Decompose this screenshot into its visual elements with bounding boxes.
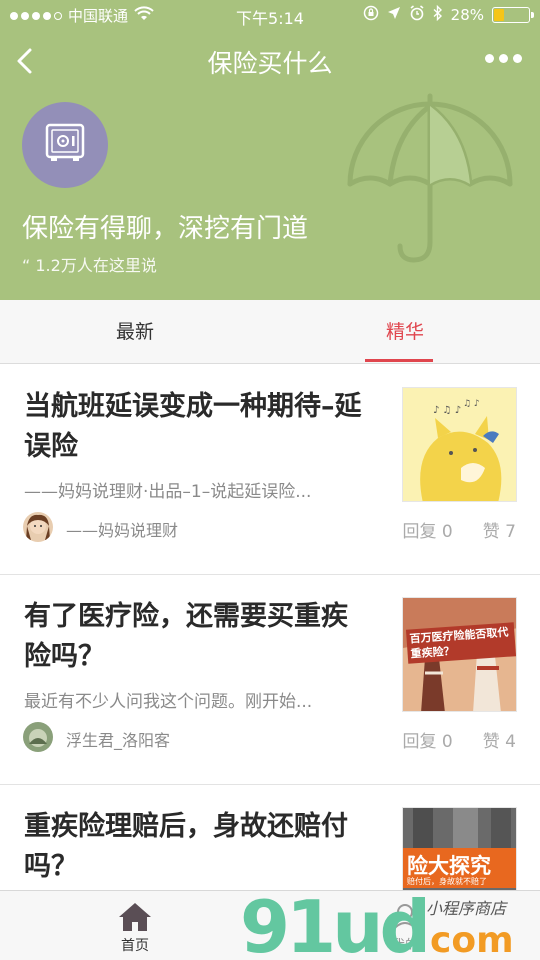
- page-title: 保险买什么: [207, 49, 333, 78]
- thumbnail-subtext: 赔付后，身故就不赔了: [407, 877, 487, 886]
- battery-icon: [492, 7, 534, 23]
- svg-text:♪ ♫ ♪: ♪ ♫ ♪: [433, 405, 461, 416]
- tab-featured[interactable]: 精华: [270, 300, 540, 364]
- tab-bar: 最新 精华: [0, 300, 540, 364]
- tabbar-home[interactable]: 首页: [90, 901, 180, 955]
- umbrella-icon: [347, 93, 513, 263]
- member-count: “ 1.2万人在这里说: [22, 256, 157, 275]
- svg-text:91ud: 91ud: [240, 888, 427, 960]
- reply-count: 回复 0: [402, 522, 453, 542]
- more-icon[interactable]: [485, 54, 522, 63]
- author-avatar[interactable]: [23, 512, 53, 542]
- article-card[interactable]: 重疾险理赔后，身故还赔付吗？ 险大探究 赔付后，身故就不赔了: [0, 785, 540, 890]
- reply-count: 回复 0: [402, 732, 453, 752]
- location-icon: [387, 6, 401, 24]
- bluetooth-icon: [433, 4, 443, 25]
- article-thumbnail[interactable]: 险大探究 赔付后，身故就不赔了: [402, 807, 517, 890]
- author-name[interactable]: ——妈妈说理财: [66, 517, 178, 541]
- home-icon: [90, 901, 180, 935]
- article-summary: 最近有不少人问我这个问题。刚开始...: [24, 692, 313, 712]
- topic-tagline: 保险有得聊，深挖有门道: [22, 214, 309, 244]
- article-summary: ——妈妈说理财·出品–1–说起延误险...: [24, 482, 312, 502]
- safe-icon: [43, 121, 87, 169]
- author-avatar[interactable]: [23, 722, 53, 752]
- watermark-logo: 91ud com 小程序商店: [240, 885, 540, 960]
- topic-avatar: [22, 102, 108, 188]
- svg-text:小程序商店: 小程序商店: [426, 899, 508, 918]
- article-card[interactable]: 当航班延误变成一种期待–延误险 ——妈妈说理财·出品–1–说起延误险... ——…: [0, 365, 540, 575]
- author-name[interactable]: 浮生君_洛阳客: [66, 727, 170, 751]
- battery-percent: 28%: [450, 6, 484, 24]
- svg-text:♫ ♪: ♫ ♪: [463, 399, 480, 409]
- status-bar: 中国联通 下午5:14 28%: [0, 0, 540, 30]
- article-title[interactable]: 当航班延误变成一种期待–延误险: [24, 387, 369, 467]
- status-right: 28%: [363, 4, 534, 25]
- like-count[interactable]: 赞 7: [483, 517, 516, 542]
- alarm-icon: [409, 5, 425, 25]
- active-tab-indicator: [365, 359, 433, 362]
- article-stats: 回复 0 赞 7: [403, 517, 516, 542]
- article-card[interactable]: 有了医疗险，还需要买重疾险吗？ 最近有不少人问我这个问题。刚开始... 浮生君_…: [0, 575, 540, 785]
- tab-latest[interactable]: 最新: [0, 300, 270, 364]
- tabbar-home-label: 首页: [121, 938, 149, 954]
- article-title[interactable]: 重疾险理赔后，身故还赔付吗？: [24, 807, 369, 887]
- like-count[interactable]: 赞 4: [483, 727, 516, 752]
- svg-text:com: com: [430, 920, 514, 960]
- article-stats: 回复 0 赞 4: [403, 727, 516, 752]
- article-title[interactable]: 有了医疗险，还需要买重疾险吗？: [24, 597, 369, 677]
- article-thumbnail[interactable]: 百万医疗险能否取代重疾险？: [402, 597, 517, 712]
- rotation-lock-icon: [363, 5, 379, 25]
- article-thumbnail[interactable]: ♪ ♫ ♪ ♫ ♪: [402, 387, 517, 502]
- topic-header: 保险买什么 保险有得聊，深挖有门道 “ 1.2万人在这里说: [0, 30, 540, 300]
